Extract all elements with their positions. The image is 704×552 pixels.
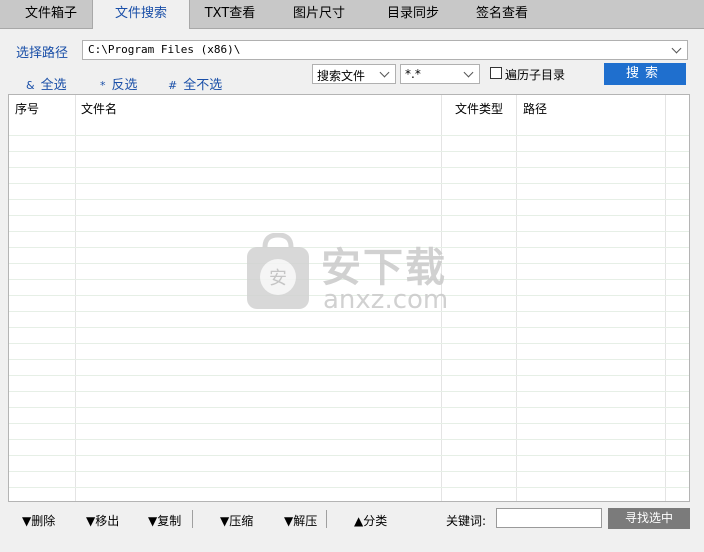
search-mode-select[interactable]: 搜索文件 (312, 64, 396, 84)
move-out-button[interactable]: ▼移出 (86, 512, 119, 529)
watermark: 安 安下载 anxz.com (245, 233, 465, 317)
results-table[interactable]: 序号 文件名 文件类型 路径 安 安下载 anxz.com (8, 94, 690, 502)
tab-txt-view[interactable]: TXT查看 (190, 0, 270, 28)
select-none-link[interactable]: # 全不选 (168, 74, 222, 93)
classify-button[interactable]: ▲分类 (354, 512, 387, 529)
tab-file-search[interactable]: 文件搜索 (92, 0, 190, 29)
row-divider (9, 455, 689, 456)
row-divider (9, 359, 689, 360)
tab-bar: 文件箱子 文件搜索 TXT查看 图片尺寸 目录同步 签名查看 (0, 0, 704, 29)
chevron-down-icon[interactable] (463, 67, 474, 78)
select-all-link[interactable]: & 全选 (26, 74, 67, 93)
tab-image-size[interactable]: 图片尺寸 (278, 0, 360, 28)
column-header-filetype[interactable]: 文件类型 (449, 95, 517, 123)
tab-signature-view[interactable]: 签名查看 (460, 0, 544, 28)
extract-button[interactable]: ▼解压 (284, 512, 317, 529)
row-divider (9, 391, 689, 392)
chevron-down-icon[interactable] (671, 43, 682, 54)
invert-selection-link[interactable]: * 反选 (100, 74, 138, 93)
select-all-symbol: & (26, 79, 35, 92)
select-all-label: 全选 (40, 78, 67, 93)
invert-selection-label: 反选 (111, 78, 138, 93)
delete-button[interactable]: ▼删除 (22, 512, 55, 529)
row-divider (9, 199, 689, 200)
tab-file-box[interactable]: 文件箱子 (10, 0, 92, 28)
column-header-path[interactable]: 路径 (517, 95, 667, 123)
file-filter-select[interactable]: *.* (400, 64, 480, 84)
subdir-checkbox[interactable] (490, 67, 502, 79)
column-divider (665, 95, 666, 501)
row-divider (9, 471, 689, 472)
chevron-down-icon[interactable] (379, 67, 390, 78)
row-divider (9, 167, 689, 168)
search-mode-value: 搜索文件 (317, 69, 366, 83)
column-header-index[interactable]: 序号 (9, 95, 75, 123)
row-divider (9, 151, 689, 152)
keyword-label: 关键词: (446, 514, 487, 528)
watermark-en: anxz.com (323, 285, 449, 315)
toolbar-divider (192, 510, 193, 528)
row-divider (9, 487, 689, 488)
find-selected-button[interactable]: 寻找选中 (608, 508, 690, 529)
shield-bag-icon: 安 (247, 233, 309, 309)
row-divider (9, 375, 689, 376)
subdir-checkbox-label: 遍历子目录 (505, 68, 566, 82)
row-divider (9, 327, 689, 328)
column-header-filename[interactable]: 文件名 (75, 95, 441, 123)
row-divider (9, 215, 689, 216)
path-combo[interactable]: C:\Program Files (x86)\ (82, 40, 688, 60)
row-divider (9, 135, 689, 136)
column-divider (516, 95, 517, 501)
row-divider (9, 439, 689, 440)
row-divider (9, 183, 689, 184)
row-divider (9, 423, 689, 424)
select-none-symbol: # (168, 79, 178, 92)
svg-text:安: 安 (269, 268, 287, 289)
select-none-label: 全不选 (183, 78, 223, 93)
file-filter-value: *.* (405, 67, 421, 81)
compress-button[interactable]: ▼压缩 (220, 512, 253, 529)
table-header: 序号 文件名 文件类型 路径 (9, 95, 689, 123)
toolbar-divider (326, 510, 327, 528)
tab-dir-sync[interactable]: 目录同步 (372, 0, 454, 28)
path-value: C:\Program Files (x86)\ (88, 43, 241, 56)
keyword-input[interactable] (496, 508, 602, 528)
row-divider (9, 231, 689, 232)
row-divider (9, 343, 689, 344)
path-label: 选择路径 (16, 46, 69, 61)
row-divider (9, 407, 689, 408)
column-divider (75, 95, 76, 501)
copy-button[interactable]: ▼复制 (148, 512, 181, 529)
search-button[interactable]: 搜索 (604, 63, 686, 85)
invert-selection-symbol: * (100, 79, 106, 92)
